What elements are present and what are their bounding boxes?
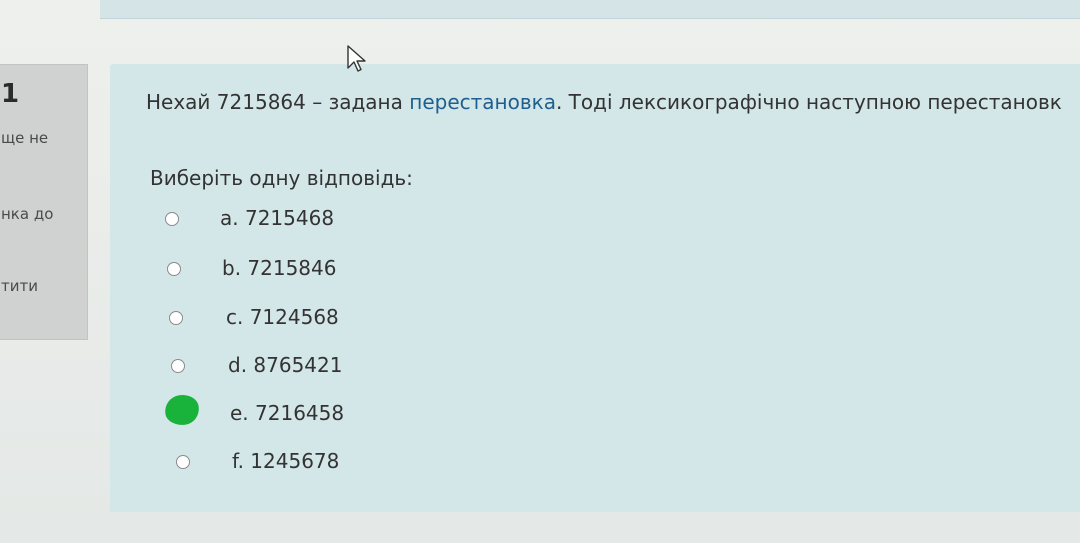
option-c-label[interactable]: c. 7124568 xyxy=(226,305,339,329)
mark-text: нка до xyxy=(1,205,54,223)
radio-button[interactable] xyxy=(169,311,183,325)
option-c[interactable] xyxy=(169,303,183,333)
option-a-label[interactable]: a. 7215468 xyxy=(220,206,334,230)
option-b[interactable] xyxy=(167,254,181,284)
option-e-label[interactable]: e. 7216458 xyxy=(230,401,344,425)
mouse-pointer-icon xyxy=(347,45,366,72)
option-a[interactable] xyxy=(165,204,179,234)
radio-button[interactable] xyxy=(176,455,190,469)
option-b-label[interactable]: b. 7215846 xyxy=(222,256,336,280)
radio-button[interactable] xyxy=(167,262,181,276)
question-number: 1 xyxy=(1,79,20,109)
question-text-end: . Тоді лексикографічно наступною переста… xyxy=(555,90,1062,114)
option-f[interactable] xyxy=(176,447,190,477)
option-f-label[interactable]: f. 1245678 xyxy=(232,449,339,473)
question-text-start: Нехай 7215864 – задана xyxy=(146,90,410,114)
answer-prompt: Виберіть одну відповідь: xyxy=(150,166,413,190)
question-panel: Нехай 7215864 – задана перестановка. Тод… xyxy=(110,64,1080,512)
quiz-page: 1 ще не нка до тити Нехай 7215864 – зада… xyxy=(0,0,1080,543)
radio-button[interactable] xyxy=(171,359,185,373)
previous-question-panel-edge xyxy=(100,0,1080,19)
flag-question-link[interactable]: тити xyxy=(1,277,38,295)
option-d[interactable] xyxy=(171,351,185,381)
option-d-label[interactable]: d. 8765421 xyxy=(228,353,342,377)
question-text: Нехай 7215864 – задана перестановка. Тод… xyxy=(146,90,1062,114)
status-text: ще не xyxy=(1,129,49,147)
glossary-link[interactable]: перестановка xyxy=(409,90,556,114)
radio-button[interactable] xyxy=(165,212,179,226)
question-info-panel: 1 ще не нка до тити xyxy=(0,64,88,340)
